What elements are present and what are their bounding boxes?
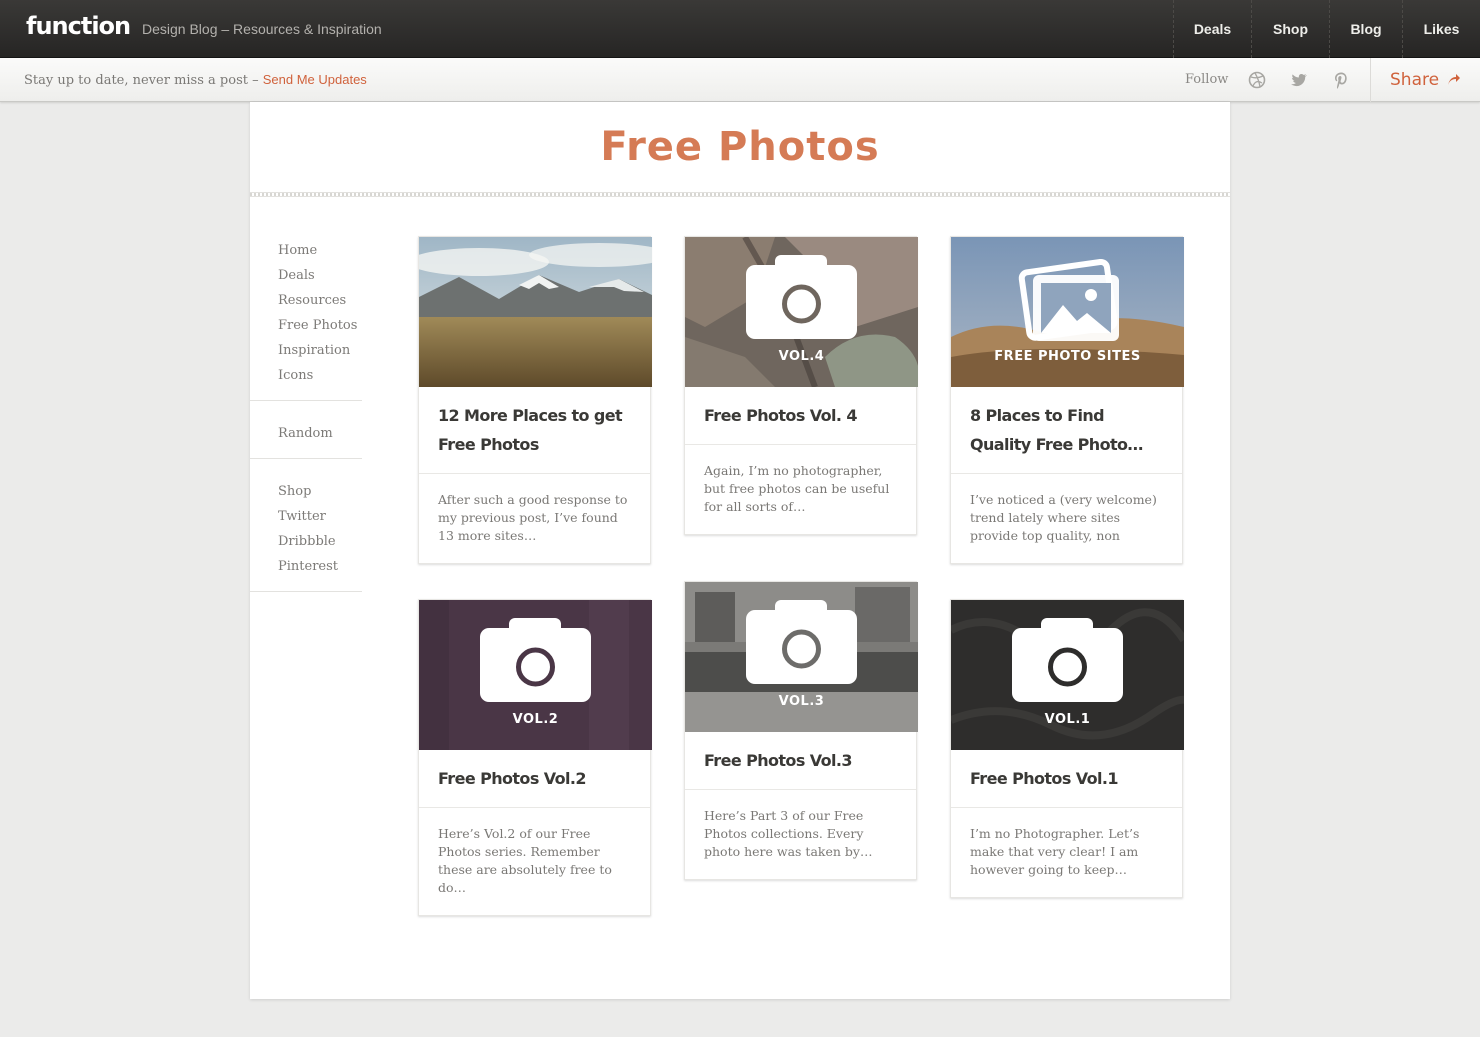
nav-shop[interactable]: Shop	[1251, 0, 1329, 58]
share-separator	[1370, 58, 1371, 102]
post-thumbnail[interactable]: VOL.1	[951, 600, 1184, 750]
post-excerpt: I’ve noticed a (very welcome) trend late…	[970, 492, 1157, 543]
top-bar: function Design Blog – Resources & Inspi…	[0, 0, 1480, 58]
post-title[interactable]: 8 Places to Find Quality Free Photo…	[951, 387, 1182, 474]
sidebar-item-dribbble[interactable]: Dribbble	[278, 529, 362, 554]
sidebar-group-categories: Home Deals Resources Free Photos Inspira…	[250, 238, 362, 401]
post-thumbnail[interactable]: VOL.3	[685, 582, 918, 732]
sidebar-group-random: Random	[250, 421, 362, 459]
follow-label: Follow	[1185, 72, 1229, 87]
sidebar-item-shop[interactable]: Shop	[278, 479, 362, 504]
nav-blog[interactable]: Blog	[1329, 0, 1402, 58]
sidebar-item-inspiration[interactable]: Inspiration	[278, 338, 362, 363]
sidebar-item-resources[interactable]: Resources	[278, 288, 362, 313]
post-card[interactable]: VOL.1 Free Photos Vol.1 I’m no Photograp…	[950, 599, 1184, 898]
dribbble-icon[interactable]	[1248, 71, 1266, 89]
post-thumbnail[interactable]: FREE PHOTO SITES	[951, 237, 1184, 387]
nav-likes[interactable]: Likes	[1402, 0, 1480, 58]
post-thumbnail[interactable]: VOL.4	[685, 237, 918, 387]
site-tagline: Design Blog – Resources & Inspiration	[142, 21, 382, 37]
sidebar-group-external: Shop Twitter Dribbble Pinterest	[250, 479, 362, 592]
post-card[interactable]: VOL.2 Free Photos Vol.2 Here’s Vol.2 of …	[418, 599, 652, 916]
nav-deals[interactable]: Deals	[1173, 0, 1251, 58]
subscribe-bar: Stay up to date, never miss a post – Sen…	[0, 58, 1480, 102]
post-title[interactable]: Free Photos Vol.1	[951, 750, 1182, 808]
pinterest-icon[interactable]	[1332, 71, 1350, 89]
site-logo[interactable]: function	[26, 12, 131, 40]
title-divider	[250, 192, 1230, 197]
share-button[interactable]: Share	[1390, 70, 1461, 90]
share-label: Share	[1390, 70, 1440, 90]
share-arrow-icon	[1448, 74, 1461, 85]
send-updates-link[interactable]: Send Me Updates	[263, 72, 367, 87]
post-card[interactable]: FREE PHOTO SITES 8 Places to Find Qualit…	[950, 236, 1184, 564]
post-card[interactable]: VOL.4 Free Photos Vol. 4 Again, I’m no p…	[684, 236, 918, 535]
post-title[interactable]: Free Photos Vol. 4	[685, 387, 916, 445]
content-panel: Free Photos Home Deals Resources Free Ph…	[250, 102, 1230, 999]
main-nav: Deals Shop Blog Likes	[1173, 0, 1480, 58]
post-excerpt: After such a good response to my previou…	[438, 492, 628, 543]
post-card[interactable]: 12 More Places to get Free Photos After …	[418, 236, 652, 564]
post-title[interactable]: Free Photos Vol.3	[685, 732, 916, 790]
post-excerpt: Here’s Part 3 of our Free Photos collect…	[704, 808, 873, 859]
post-card[interactable]: VOL.3 Free Photos Vol.3 Here’s Part 3 of…	[684, 581, 918, 880]
sidebar-item-home[interactable]: Home	[278, 238, 362, 263]
subscribe-text: Stay up to date, never miss a post –	[24, 73, 259, 88]
sidebar-item-pinterest[interactable]: Pinterest	[278, 554, 362, 579]
sidebar-item-deals[interactable]: Deals	[278, 263, 362, 288]
post-excerpt: Here’s Vol.2 of our Free Photos series. …	[438, 826, 612, 895]
thumbnail-label: FREE PHOTO SITES	[994, 349, 1141, 364]
post-thumbnail[interactable]: VOL.2	[419, 600, 652, 750]
post-thumbnail[interactable]	[419, 237, 652, 387]
post-title[interactable]: 12 More Places to get Free Photos	[419, 387, 650, 474]
thumbnail-label: VOL.1	[1044, 712, 1091, 727]
thumbnail-label: VOL.2	[512, 712, 559, 727]
post-title[interactable]: Free Photos Vol.2	[419, 750, 650, 808]
page-title: Free Photos	[600, 124, 880, 170]
sidebar-item-twitter[interactable]: Twitter	[278, 504, 362, 529]
sidebar-item-icons[interactable]: Icons	[278, 363, 362, 388]
sidebar: Home Deals Resources Free Photos Inspira…	[250, 238, 362, 612]
post-excerpt: I’m no Photographer. Let’s make that ver…	[970, 826, 1140, 877]
thumbnail-label: VOL.4	[778, 349, 825, 364]
post-excerpt: Again, I’m no photographer, but free pho…	[704, 463, 890, 514]
thumbnail-label: VOL.3	[778, 694, 825, 709]
sidebar-item-free-photos[interactable]: Free Photos	[278, 313, 362, 338]
subscribe-message: Stay up to date, never miss a post – Sen…	[24, 72, 367, 88]
twitter-icon[interactable]	[1290, 71, 1308, 89]
sidebar-item-random[interactable]: Random	[278, 421, 362, 446]
